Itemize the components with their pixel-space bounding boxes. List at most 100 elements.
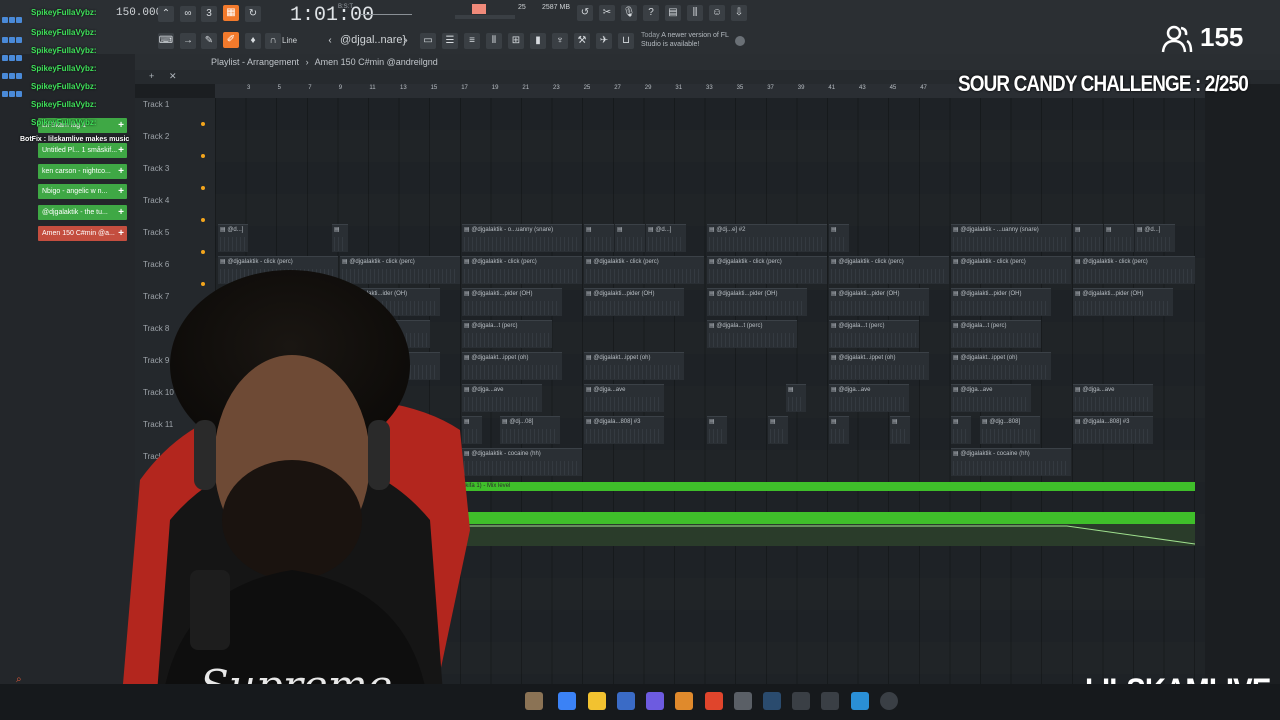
download-icon[interactable]: ⇩ <box>731 5 747 21</box>
track-indicator[interactable] <box>201 218 205 222</box>
pattern-clip[interactable]: ▤ @d...] <box>646 224 686 252</box>
folder-icon[interactable] <box>588 692 606 710</box>
pattern-clip[interactable]: ▤ <box>786 384 806 412</box>
playlist-titlebar[interactable]: Playlist - Arrangement › Amen 150 C#min … <box>135 54 1280 70</box>
store-icon[interactable] <box>617 692 635 710</box>
pattern-clip[interactable]: ▤ <box>1104 224 1134 252</box>
pattern-clip[interactable]: ▤ <box>584 224 614 252</box>
undo-icon[interactable]: ↺ <box>577 5 593 21</box>
chat-icon[interactable]: ☺ <box>709 5 725 21</box>
browser-icon[interactable]: ▭ <box>420 33 436 49</box>
fl-studio-icon[interactable] <box>675 692 693 710</box>
pattern-clip[interactable]: ▤ @djgala...t (perc) <box>707 320 797 348</box>
discord-icon[interactable] <box>646 692 664 710</box>
playlist-icon[interactable]: ☰ <box>442 33 458 49</box>
steam-icon[interactable] <box>763 692 781 710</box>
pattern-clip[interactable]: ▤ <box>829 416 849 444</box>
pattern-clip[interactable]: ▤ <box>951 416 971 444</box>
automation-clip[interactable]: småskifa 1) - Mix level <box>447 482 1195 491</box>
pencil-icon[interactable]: ✎ <box>201 33 217 49</box>
pattern-clip[interactable]: ▤ @djga...ave <box>584 384 664 412</box>
song-position-display[interactable]: 1:01:00 <box>290 4 374 27</box>
wait-record-icon[interactable]: ∞ <box>180 6 196 22</box>
pattern-clip[interactable]: ▤ <box>829 224 849 252</box>
pattern-clip[interactable]: ▤ @djgalakt...ippet (oh) <box>584 352 684 380</box>
copilot-icon[interactable] <box>558 692 576 710</box>
magnet-icon[interactable]: ∩ <box>265 33 281 49</box>
pattern-clip[interactable]: ▤ @djgalakti...pider (OH) <box>1073 288 1173 316</box>
pattern-clip[interactable]: ▤ @d...] <box>218 224 248 252</box>
obs-icon[interactable] <box>734 692 752 710</box>
track-name[interactable]: Track 1 <box>143 100 169 109</box>
pattern-clip[interactable]: ▤ @djgalakti...pider (OH) <box>951 288 1051 316</box>
send-icon[interactable]: ✈ <box>596 33 612 49</box>
track-name[interactable]: Track 5 <box>143 228 169 237</box>
pattern-clip[interactable]: ▤ <box>890 416 910 444</box>
pattern-clip[interactable]: ▤ @djgalakti...pider (OH) <box>829 288 929 316</box>
pattern-clip[interactable]: ▤ @dj...e] #2 <box>707 224 827 252</box>
app-icon[interactable] <box>525 692 543 710</box>
snap-select[interactable]: Line <box>282 36 297 45</box>
countdown-icon[interactable]: 3 <box>201 6 217 22</box>
pattern-clip[interactable]: ▤ @djgalaktik - cocaine (hh) <box>951 448 1071 476</box>
pattern-clip[interactable]: ▤ @djgala...808] #3 <box>1073 416 1153 444</box>
4k-icon[interactable] <box>821 692 839 710</box>
pattern-clip[interactable]: ▤ <box>707 416 727 444</box>
pattern-clip[interactable]: ▤ @djgalakt...ippet (oh) <box>951 352 1051 380</box>
pattern-clip[interactable]: ▤ @djgalaktik - ...uanny (snare) <box>951 224 1071 252</box>
pattern-clip[interactable]: ▤ @djga...ave <box>1073 384 1153 412</box>
pattern-clip[interactable]: ▤ @djgalaktik - click (perc) <box>584 256 704 284</box>
track-name[interactable]: Track 4 <box>143 196 169 205</box>
pattern-clip[interactable]: ▤ @djgalakti...pider (OH) <box>707 288 807 316</box>
track-indicator[interactable] <box>201 122 205 126</box>
plus-icon[interactable]: + <box>149 71 154 81</box>
track-name[interactable]: Track 3 <box>143 164 169 173</box>
pattern-clip[interactable]: ▤ <box>332 224 348 252</box>
play-icon[interactable] <box>880 692 898 710</box>
app-icon[interactable] <box>792 692 810 710</box>
cart-icon[interactable]: ⊔ <box>618 33 634 49</box>
automation-lane[interactable] <box>447 512 1195 524</box>
wrench-icon[interactable]: ⚒ <box>574 33 590 49</box>
track-indicator[interactable] <box>201 186 205 190</box>
pattern-clip[interactable]: ▤ @djga...ave <box>951 384 1031 412</box>
pattern-clip[interactable]: ▤ @d...] <box>1135 224 1175 252</box>
draw-tool-icon[interactable]: ✐ <box>223 32 239 48</box>
globe-icon[interactable] <box>735 36 745 46</box>
pattern-clip[interactable]: ▤ <box>1073 224 1103 252</box>
pattern-clip[interactable]: ▤ @djgalaktik - o...uanny (snare) <box>462 224 582 252</box>
pattern-selector[interactable]: @djgal..nare} <box>340 34 406 46</box>
cut-tool-icon[interactable]: ✂ <box>599 5 615 21</box>
pattern-clip[interactable]: ▤ <box>768 416 788 444</box>
notepad-icon[interactable] <box>851 692 869 710</box>
track-indicator[interactable] <box>201 154 205 158</box>
pattern-clip[interactable]: ▤ @djgalakti...pider (OH) <box>584 288 684 316</box>
track-indicator[interactable] <box>201 250 205 254</box>
pattern-clip[interactable]: ▤ @djgala...t (perc) <box>829 320 919 348</box>
track-name[interactable]: Track 6 <box>143 260 169 269</box>
update-notification[interactable]: Today A newer version of FL Studio is av… <box>641 31 733 49</box>
pattern-clip[interactable]: ▤ <box>615 224 645 252</box>
pattern-clip[interactable]: ▤ @djgalaktik - click (perc) <box>707 256 827 284</box>
chevron-right-icon[interactable]: › <box>398 33 414 49</box>
piano-roll-icon[interactable]: ≡ <box>464 33 480 49</box>
pattern-clip[interactable]: ▤ @djgalaktik - click (perc) <box>951 256 1071 284</box>
pattern-clip[interactable]: ▤ @djgala...t (perc) <box>951 320 1041 348</box>
close-icon[interactable]: ✕ <box>169 71 177 82</box>
microphone-icon[interactable]: 🎙 <box>621 5 637 21</box>
paint-tool-icon[interactable]: ♦ <box>245 33 261 49</box>
save-icon[interactable]: ▤ <box>665 5 681 21</box>
brave-icon[interactable] <box>705 692 723 710</box>
channel-rack-icon[interactable]: ⊞ <box>508 33 524 49</box>
chevron-left-icon[interactable]: ‹ <box>322 33 338 49</box>
track-name[interactable]: Track 2 <box>143 132 169 141</box>
master-pitch-slider[interactable] <box>360 14 412 15</box>
metronome-icon[interactable]: ⌃ <box>158 6 174 22</box>
pattern-clip[interactable]: ▤ @djgalaktik - click (perc) <box>1073 256 1195 284</box>
automation-curve[interactable] <box>447 524 1195 548</box>
pattern-clip[interactable]: ▤ @djga...ave <box>829 384 909 412</box>
mixer-icon[interactable]: ⫼ <box>687 5 703 21</box>
pattern-clip[interactable]: ▤ @djgalakt...ippet (oh) <box>829 352 929 380</box>
plugin-icon[interactable]: ▮ <box>530 33 546 49</box>
loop-record-icon[interactable]: ↻ <box>245 6 261 22</box>
